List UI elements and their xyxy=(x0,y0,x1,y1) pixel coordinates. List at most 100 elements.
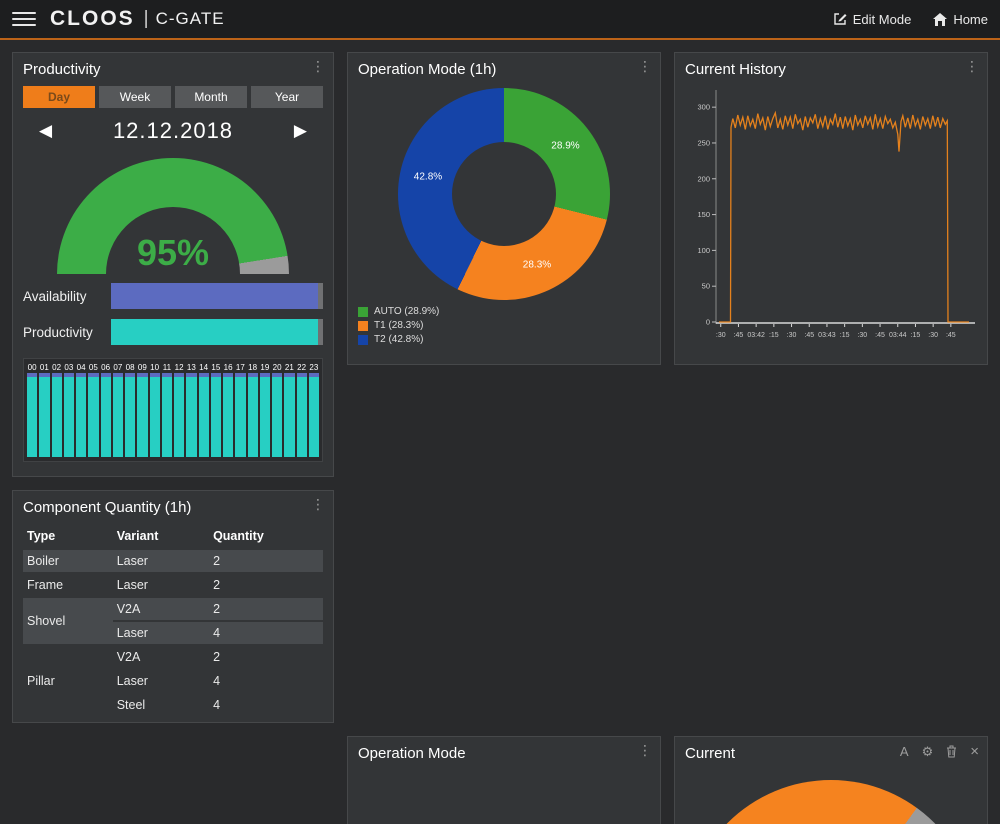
component-quantity-table: TypeVariantQuantity BoilerLaser2FrameLas… xyxy=(23,524,323,718)
hour-bar-stack xyxy=(297,373,307,457)
hour-bar-stack xyxy=(223,373,233,457)
svg-text::15: :15 xyxy=(911,332,921,339)
current-history-title: Current History xyxy=(675,53,987,82)
hour-bar-stack xyxy=(162,373,172,457)
productivity-gauge: 95% xyxy=(57,158,289,274)
hour-label: 04 xyxy=(76,362,86,373)
hour-bar-stack xyxy=(39,373,49,457)
productivity-segment xyxy=(223,377,233,457)
productivity-segment xyxy=(39,377,49,457)
svg-text:300: 300 xyxy=(697,103,710,112)
current-panel: Current A ⚙ × 280A xyxy=(674,736,988,824)
hour-bar-11: 11 xyxy=(162,362,172,457)
productivity-segment xyxy=(174,377,184,457)
tab-week[interactable]: Week xyxy=(99,86,171,108)
close-icon[interactable]: × xyxy=(970,745,979,758)
table-row[interactable]: FrameLaser2 xyxy=(23,573,323,597)
quantity-cell: 2 xyxy=(209,549,323,573)
hour-label: 22 xyxy=(297,362,307,373)
svg-text::30: :30 xyxy=(716,332,726,339)
tab-month[interactable]: Month xyxy=(175,86,247,108)
hour-label: 16 xyxy=(223,362,233,373)
dashboard-grid: Productivity ⋮ DayWeekMonthYear ◀ 12.12.… xyxy=(0,40,1000,822)
hour-bar-03: 03 xyxy=(64,362,74,457)
svg-text:100: 100 xyxy=(697,246,710,255)
hour-bar-00: 00 xyxy=(27,362,37,457)
edit-mode-button[interactable]: Edit Mode xyxy=(833,12,912,27)
date-navigator: ◀ 12.12.2018 ▶ xyxy=(13,114,333,148)
product-name: C-GATE xyxy=(156,9,225,29)
svg-text:250: 250 xyxy=(697,138,710,147)
trash-icon[interactable] xyxy=(946,745,957,758)
legend-label: AUTO (28.9%) xyxy=(374,306,439,317)
table-header-row: TypeVariantQuantity xyxy=(23,524,323,549)
hour-label: 11 xyxy=(162,362,172,373)
next-date-button[interactable]: ▶ xyxy=(294,121,307,141)
svg-text::45: :45 xyxy=(875,332,885,339)
hour-label: 10 xyxy=(150,362,160,373)
legend-label: T1 (28.3%) xyxy=(374,320,423,331)
productivity-segment xyxy=(235,377,245,457)
hour-bar-stack xyxy=(186,373,196,457)
hour-label: 20 xyxy=(272,362,282,373)
current-history-menu-icon[interactable]: ⋮ xyxy=(965,59,979,73)
hour-bar-10: 10 xyxy=(150,362,160,457)
hour-bar-13: 13 xyxy=(186,362,196,457)
hour-bar-stack xyxy=(125,373,135,457)
hour-bar-07: 07 xyxy=(113,362,123,457)
table-row[interactable]: ShovelV2A2 xyxy=(23,597,323,621)
productivity-segment xyxy=(52,377,62,457)
productivity-segment xyxy=(199,377,209,457)
type-cell: Pillar xyxy=(23,645,113,717)
hour-label: 19 xyxy=(260,362,270,373)
productivity-segment xyxy=(137,377,147,457)
productivity-segment xyxy=(284,377,294,457)
productivity-segment xyxy=(76,377,86,457)
legend-item-t1: T1 (28.3%) xyxy=(358,320,650,331)
table-row[interactable]: PillarV2A2 xyxy=(23,645,323,669)
variant-cell: Laser xyxy=(113,621,209,645)
hour-bar-22: 22 xyxy=(297,362,307,457)
operation-mode-1h-title: Operation Mode (1h) xyxy=(348,53,660,82)
hour-label: 06 xyxy=(101,362,111,373)
operation-mode-menu-icon[interactable]: ⋮ xyxy=(638,743,652,757)
tab-year[interactable]: Year xyxy=(251,86,323,108)
hour-bar-stack xyxy=(27,373,37,457)
legend-swatch xyxy=(358,335,368,345)
legend-label: T2 (42.8%) xyxy=(374,334,423,345)
hour-bar-12: 12 xyxy=(174,362,184,457)
table-row[interactable]: BoilerLaser2 xyxy=(23,549,323,573)
hour-bar-stack xyxy=(113,373,123,457)
hour-bar-stack xyxy=(88,373,98,457)
prev-date-button[interactable]: ◀ xyxy=(39,121,52,141)
column-header: Quantity xyxy=(209,524,323,549)
current-gauge: 280A xyxy=(685,780,977,824)
component-quantity-menu-icon[interactable]: ⋮ xyxy=(311,497,325,511)
quantity-cell: 4 xyxy=(209,669,323,693)
productivity-gauge-value: 95% xyxy=(57,232,289,274)
gear-icon[interactable]: ⚙ xyxy=(922,745,934,758)
svg-text:03:43: 03:43 xyxy=(818,332,836,339)
operation-mode-donut-chart: 28.9%28.3%42.8% xyxy=(398,88,610,300)
home-button[interactable]: Home xyxy=(933,12,988,27)
kpi-bar-fill xyxy=(111,283,318,309)
operation-mode-title: Operation Mode xyxy=(348,737,660,766)
edit-mode-label: Edit Mode xyxy=(853,12,912,27)
font-settings-icon[interactable]: A xyxy=(900,745,909,758)
hour-bar-19: 19 xyxy=(260,362,270,457)
productivity-menu-icon[interactable]: ⋮ xyxy=(311,59,325,73)
menu-hamburger-icon[interactable] xyxy=(12,12,36,26)
kpi-bar-track xyxy=(111,319,323,345)
tab-day[interactable]: Day xyxy=(23,86,95,108)
quantity-cell: 4 xyxy=(209,693,323,717)
operation-mode-1h-menu-icon[interactable]: ⋮ xyxy=(638,59,652,73)
kpi-bar-track xyxy=(111,283,323,309)
hour-label: 00 xyxy=(27,362,37,373)
svg-text::45: :45 xyxy=(804,332,814,339)
component-quantity-panel: Component Quantity (1h) ⋮ TypeVariantQua… xyxy=(12,490,334,723)
hour-bar-17: 17 xyxy=(235,362,245,457)
variant-cell: V2A xyxy=(113,645,209,669)
hour-label: 09 xyxy=(137,362,147,373)
kpi-row-availability: Availability xyxy=(13,278,333,314)
hour-label: 07 xyxy=(113,362,123,373)
